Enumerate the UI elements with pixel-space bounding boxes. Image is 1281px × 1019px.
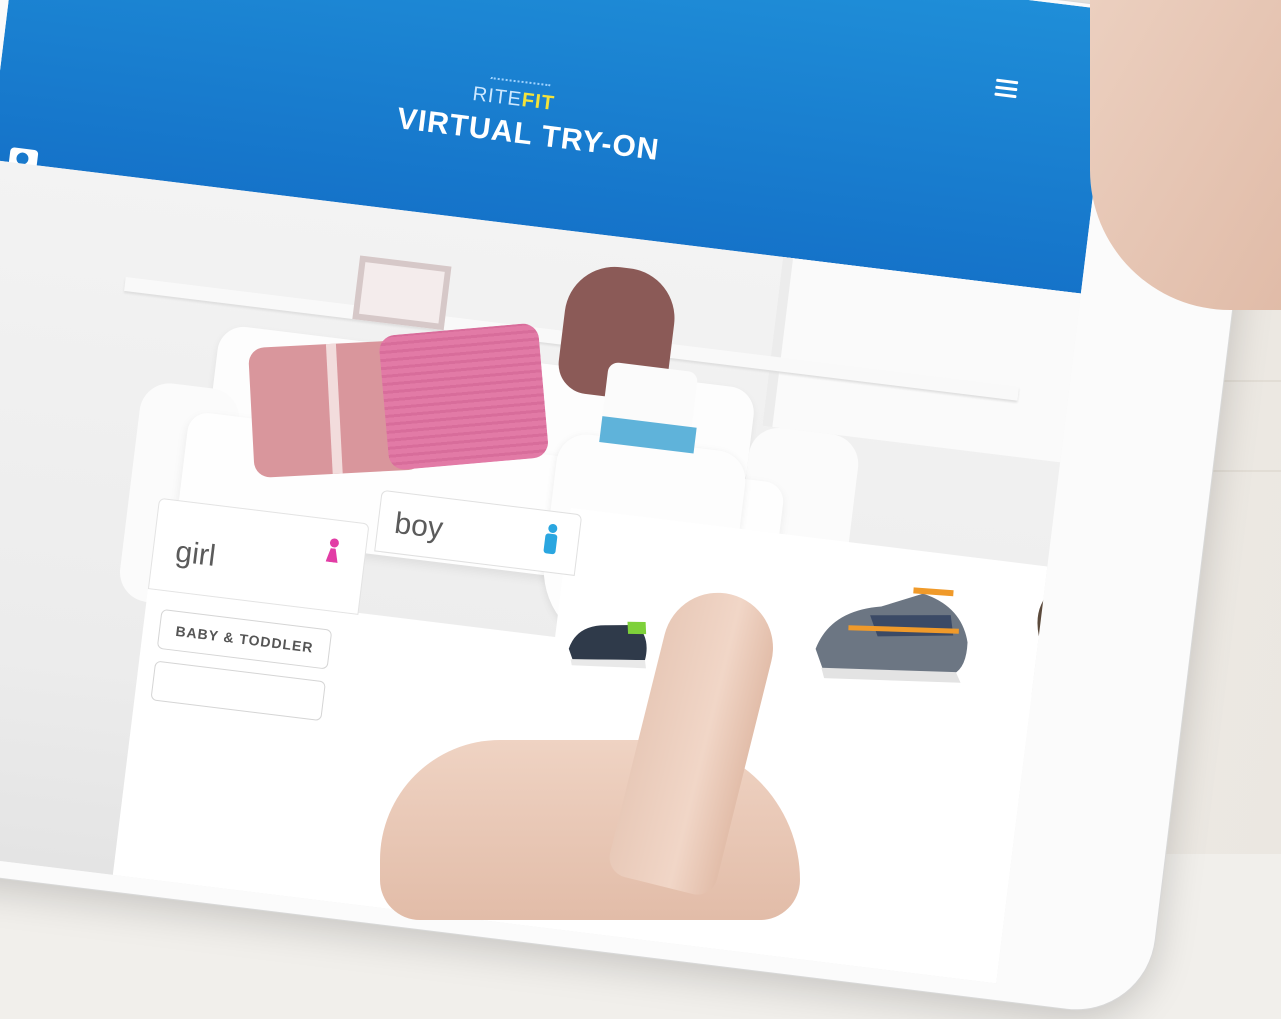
brand-suffix: FIT [520, 89, 556, 115]
picture-frame [352, 255, 452, 331]
girl-icon [323, 537, 343, 569]
boy-icon [541, 523, 561, 555]
brand-prefix: RITE [471, 83, 524, 111]
hamburger-menu-icon[interactable] [994, 78, 1019, 99]
tab-boy-label: boy [392, 506, 445, 546]
shoe-thumbnail-grey-orange[interactable] [802, 568, 984, 698]
tab-girl-label: girl [173, 535, 218, 573]
shoe-thumbnail-green[interactable] [561, 608, 658, 679]
